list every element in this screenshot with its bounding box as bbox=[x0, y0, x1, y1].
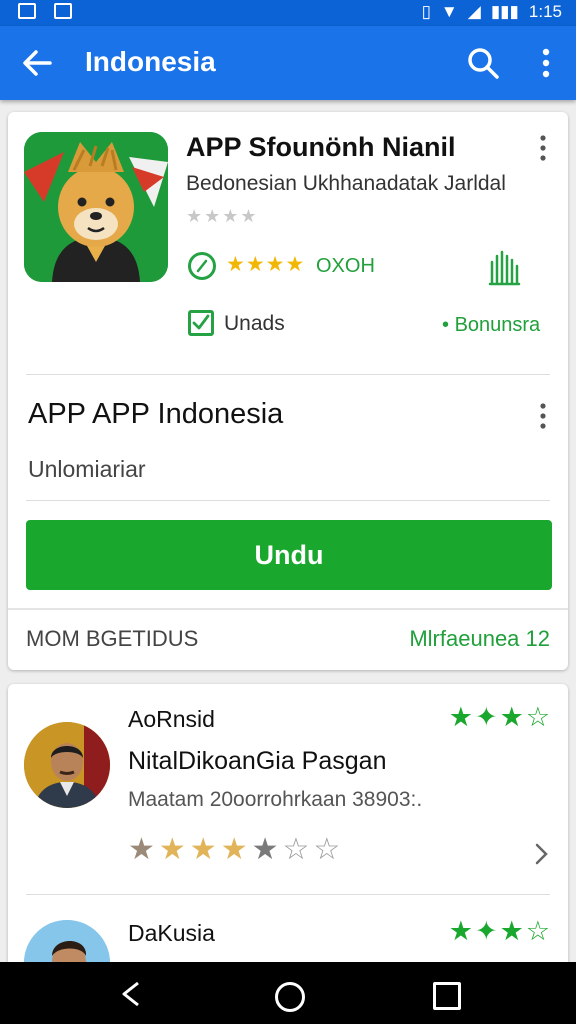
review-date: Maatam 20oorrohrkaan 38903:. bbox=[128, 788, 423, 811]
person-icon bbox=[24, 722, 110, 808]
app-developer: Bedonesian Ukhhanadatak Jarldal bbox=[186, 172, 506, 195]
chevron-right-icon[interactable] bbox=[534, 842, 548, 866]
wifi-icon: ▼ bbox=[440, 2, 458, 21]
reviewer-badge-stars: ★✦★☆ bbox=[448, 916, 552, 946]
status-bar: ▯ ▼ ◢ ▮▮▮ 1:15 bbox=[0, 0, 576, 26]
signal-icon: ◢ bbox=[467, 2, 481, 21]
reviewer-name: AoRnsid bbox=[128, 706, 215, 732]
more-options-icon[interactable] bbox=[538, 134, 548, 162]
hand-icon[interactable] bbox=[486, 248, 522, 286]
back-arrow-icon[interactable] bbox=[20, 46, 54, 80]
checkbox-label: Unads bbox=[224, 312, 285, 335]
nav-home-icon[interactable] bbox=[275, 982, 305, 1012]
review-title: NitalDikoanGia Pasgan bbox=[128, 747, 387, 775]
bonus-label: Bonunsra bbox=[454, 314, 541, 336]
divider bbox=[8, 608, 568, 610]
notification-icon bbox=[18, 3, 36, 19]
footer-link[interactable]: Mlrfaeunea 12 bbox=[409, 626, 550, 652]
small-rating-stars: ★★★★ bbox=[186, 206, 259, 226]
more-options-icon[interactable] bbox=[538, 402, 548, 430]
bonus-link[interactable]: • Bonunsra bbox=[442, 314, 540, 337]
notification-icon bbox=[54, 3, 72, 19]
install-button[interactable]: Undu bbox=[26, 520, 552, 590]
more-options-icon[interactable] bbox=[536, 46, 556, 80]
section-subtitle: Unlomiariar bbox=[28, 456, 146, 482]
section-title: APP APP Indonesia bbox=[28, 398, 284, 430]
footer-label: MOM BGETIDUS bbox=[26, 626, 199, 651]
divider bbox=[26, 894, 550, 895]
checkbox[interactable] bbox=[188, 310, 214, 336]
page-title: Indonesia bbox=[85, 46, 216, 77]
app-bar: Indonesia bbox=[0, 26, 576, 100]
reviews-card: AoRnsid ★✦★☆ NitalDikoanGia Pasgan Maata… bbox=[8, 684, 568, 984]
review-stars: ★★★★★☆☆ bbox=[128, 833, 345, 866]
avatar[interactable] bbox=[24, 722, 110, 808]
search-icon[interactable] bbox=[466, 46, 500, 80]
battery-icon: ▮▮▮ bbox=[490, 2, 519, 21]
nav-back-icon[interactable] bbox=[118, 980, 144, 1008]
reviewer-name: DaKusia bbox=[128, 920, 215, 946]
app-details-card: APP Sfounönh Nianil Bedonesian Ukhhanada… bbox=[8, 112, 568, 670]
system-nav-bar bbox=[0, 962, 576, 1024]
app-icon[interactable] bbox=[24, 132, 168, 282]
app-name: APP Sfounönh Nianil bbox=[186, 132, 456, 162]
mascot-icon bbox=[24, 132, 168, 282]
nav-recents-icon[interactable] bbox=[433, 982, 461, 1010]
divider bbox=[26, 500, 550, 501]
divider bbox=[26, 374, 550, 375]
status-time: 1:15 bbox=[528, 2, 562, 21]
reviewer-badge-stars: ★✦★☆ bbox=[448, 702, 552, 732]
vibrate-icon: ▯ bbox=[421, 2, 431, 21]
rating-stars: ★★★★ bbox=[226, 253, 306, 276]
verified-icon bbox=[188, 252, 216, 280]
rating-text: OXOH bbox=[316, 255, 375, 277]
